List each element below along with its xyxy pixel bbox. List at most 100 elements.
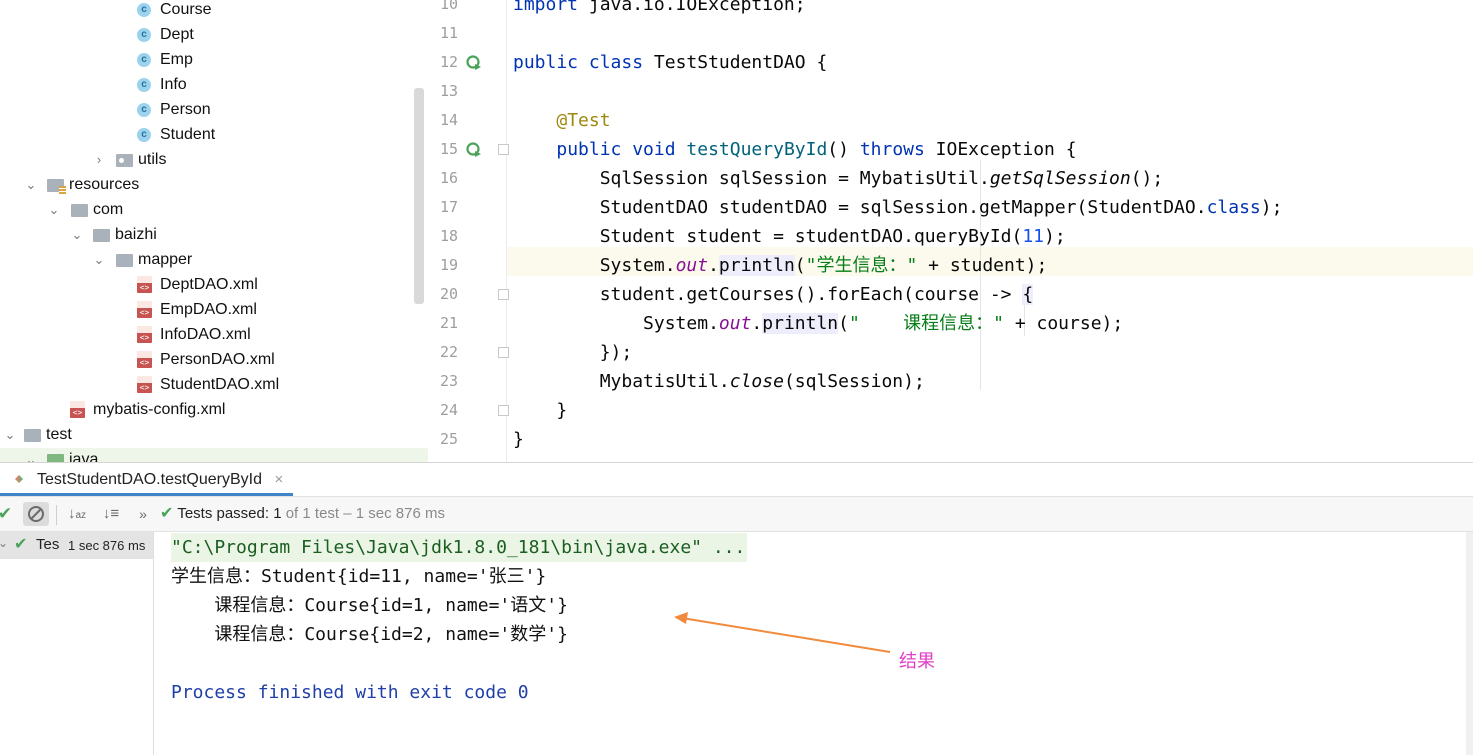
class-icon: c xyxy=(137,3,151,17)
fold-marker-icon[interactable] xyxy=(498,405,509,416)
line-number: 25 xyxy=(439,430,458,448)
console-output[interactable]: "C:\Program Files\Java\jdk1.8.0_181\bin\… xyxy=(154,532,1473,755)
folder-icon xyxy=(71,204,88,217)
tree-item[interactable]: <> mybatis-config.xml xyxy=(0,397,410,422)
test-node-row[interactable]: ⌄ ✔ Tes 1 sec 876 ms xyxy=(0,532,153,559)
tree-item[interactable]: <> EmpDAO.xml xyxy=(0,297,410,322)
run-toolbar: ✔ ↓az ↓≡ » ✔ Tests passed: 1 of 1 test –… xyxy=(0,496,1473,532)
tree-item-label: Emp xyxy=(160,51,193,68)
code-editor[interactable]: 10 11 12 13 14 15 16 17 18 19 20 21 22 23 24 25 26 impor… xyxy=(428,0,1473,462)
collapse-arrow-icon[interactable]: ⌄ xyxy=(92,247,106,272)
code-line: System.out.println("学生信息：" + student); xyxy=(513,255,1048,276)
xml-file-icon: <> xyxy=(137,376,152,393)
tree-item[interactable]: ⌄ test xyxy=(0,422,410,447)
project-tree: c Course c Dept c Emp c Info c Person c Student › uti… xyxy=(0,0,428,462)
class-icon: c xyxy=(137,78,151,92)
code-line: } xyxy=(513,429,524,450)
tree-item[interactable]: c Info xyxy=(0,72,410,97)
run-test-gutter-icon[interactable] xyxy=(466,55,481,70)
tree-item-label: Dept xyxy=(160,26,194,43)
collapse-arrow-icon[interactable]: ⌄ xyxy=(47,197,61,222)
code-line: import java.io.IOException; xyxy=(513,0,806,15)
tree-item[interactable]: ⌄ mapper xyxy=(0,247,410,272)
tree-item[interactable]: <> PersonDAO.xml xyxy=(0,347,410,372)
tree-item[interactable]: c Person xyxy=(0,97,410,122)
tree-scrollbar[interactable] xyxy=(414,88,424,304)
tree-item-label: Course xyxy=(160,1,212,18)
folder-icon xyxy=(93,229,110,242)
folder-icon xyxy=(116,254,133,267)
tree-item[interactable]: c Emp xyxy=(0,47,410,72)
expand-arrow-icon[interactable]: › xyxy=(92,147,106,172)
line-number: 11 xyxy=(439,24,458,42)
show-passed-icon[interactable]: ✔ xyxy=(0,502,18,526)
console-line: 课程信息：Course{id=1, name='语文'} xyxy=(171,595,568,616)
sort-alphabetically-icon[interactable]: ↓az xyxy=(64,502,90,526)
tests-passed-check-icon: ✔ xyxy=(160,505,174,522)
folder-icon xyxy=(24,429,41,442)
more-actions-icon[interactable]: » xyxy=(130,502,156,526)
code-line: StudentDAO studentDAO = sqlSession.getMa… xyxy=(513,197,1283,218)
run-tab-label: TestStudentDAO.testQueryById xyxy=(37,471,262,488)
tree-item-label: utils xyxy=(138,151,167,168)
line-number: 21 xyxy=(439,314,458,332)
tree-item-label: mapper xyxy=(138,251,193,268)
tree-item[interactable]: <> StudentDAO.xml xyxy=(0,372,410,397)
code-line: @Test xyxy=(556,110,611,131)
tree-item[interactable]: c Student xyxy=(0,122,410,147)
fold-marker-icon[interactable] xyxy=(498,144,509,155)
tests-passed-count: 1 xyxy=(273,505,282,522)
tree-item[interactable]: c Dept xyxy=(0,22,410,47)
sort-by-duration-icon[interactable]: ↓≡ xyxy=(98,502,124,526)
line-number: 13 xyxy=(439,82,458,100)
collapse-arrow-icon[interactable]: ⌄ xyxy=(24,172,38,197)
line-number: 23 xyxy=(439,372,458,390)
toolbar-separator xyxy=(56,505,57,525)
run-tool-window-tabs: TestStudentDAO.testQueryById × xyxy=(0,462,1473,496)
test-node-time: 1 sec 876 ms xyxy=(68,538,146,553)
code-line: student.getCourses().forEach(course -> { xyxy=(513,284,1034,305)
expand-icon[interactable]: ⌄ xyxy=(0,536,8,550)
tree-item[interactable]: ⌄ baizhi xyxy=(0,222,410,247)
run-config-icon xyxy=(15,475,23,483)
console-line: 学生信息：Student{id=11, name='张三'} xyxy=(171,566,547,587)
test-node-label: Tes xyxy=(36,536,60,553)
code-line: public void testQueryById() throws IOExc… xyxy=(556,139,1077,160)
tree-item[interactable]: c Course xyxy=(0,0,410,22)
tests-passed-label: Tests passed: xyxy=(177,505,270,522)
tests-passed-detail: of 1 test – 1 sec 876 ms xyxy=(285,505,445,522)
fold-marker-icon[interactable] xyxy=(498,289,509,300)
console-scrollbar[interactable] xyxy=(1466,532,1473,755)
tree-item[interactable]: <> InfoDAO.xml xyxy=(0,322,410,347)
line-number: 22 xyxy=(439,343,458,361)
line-number: 18 xyxy=(439,227,458,245)
tree-item-label: DeptDAO.xml xyxy=(160,276,258,293)
line-number: 15 xyxy=(439,140,458,158)
tree-item[interactable]: <> DeptDAO.xml xyxy=(0,272,410,297)
tree-item[interactable]: ⌄ resources xyxy=(0,172,410,197)
xml-file-icon: <> xyxy=(137,276,152,293)
tree-item[interactable]: › utils xyxy=(0,147,410,172)
tree-item-label: baizhi xyxy=(115,226,157,243)
tree-item-label: com xyxy=(93,201,124,218)
collapse-arrow-icon[interactable]: ⌄ xyxy=(3,422,17,447)
tree-item[interactable]: ⌄ java xyxy=(0,447,410,462)
show-ignored-icon[interactable] xyxy=(23,502,49,526)
line-number: 16 xyxy=(439,169,458,187)
code-line: } xyxy=(513,400,568,421)
xml-file-icon: <> xyxy=(137,301,152,318)
code-line: }); xyxy=(513,342,633,363)
collapse-arrow-icon[interactable]: ⌄ xyxy=(24,447,38,462)
package-icon xyxy=(116,154,133,167)
tree-item[interactable]: ⌄ com xyxy=(0,197,410,222)
test-status-summary: ✔ Tests passed: 1 of 1 test – 1 sec 876 … xyxy=(160,497,445,531)
xml-file-icon: <> xyxy=(137,326,152,343)
run-tab[interactable]: TestStudentDAO.testQueryById × xyxy=(0,463,294,496)
class-icon: c xyxy=(137,53,151,67)
run-test-gutter-icon[interactable] xyxy=(466,142,481,157)
test-results-tree: ⌄ ✔ Tes 1 sec 876 ms xyxy=(0,532,154,755)
fold-marker-icon[interactable] xyxy=(498,347,509,358)
collapse-arrow-icon[interactable]: ⌄ xyxy=(70,222,84,247)
close-tab-icon[interactable]: × xyxy=(274,471,283,488)
annotation-label: 结果 xyxy=(899,651,935,671)
